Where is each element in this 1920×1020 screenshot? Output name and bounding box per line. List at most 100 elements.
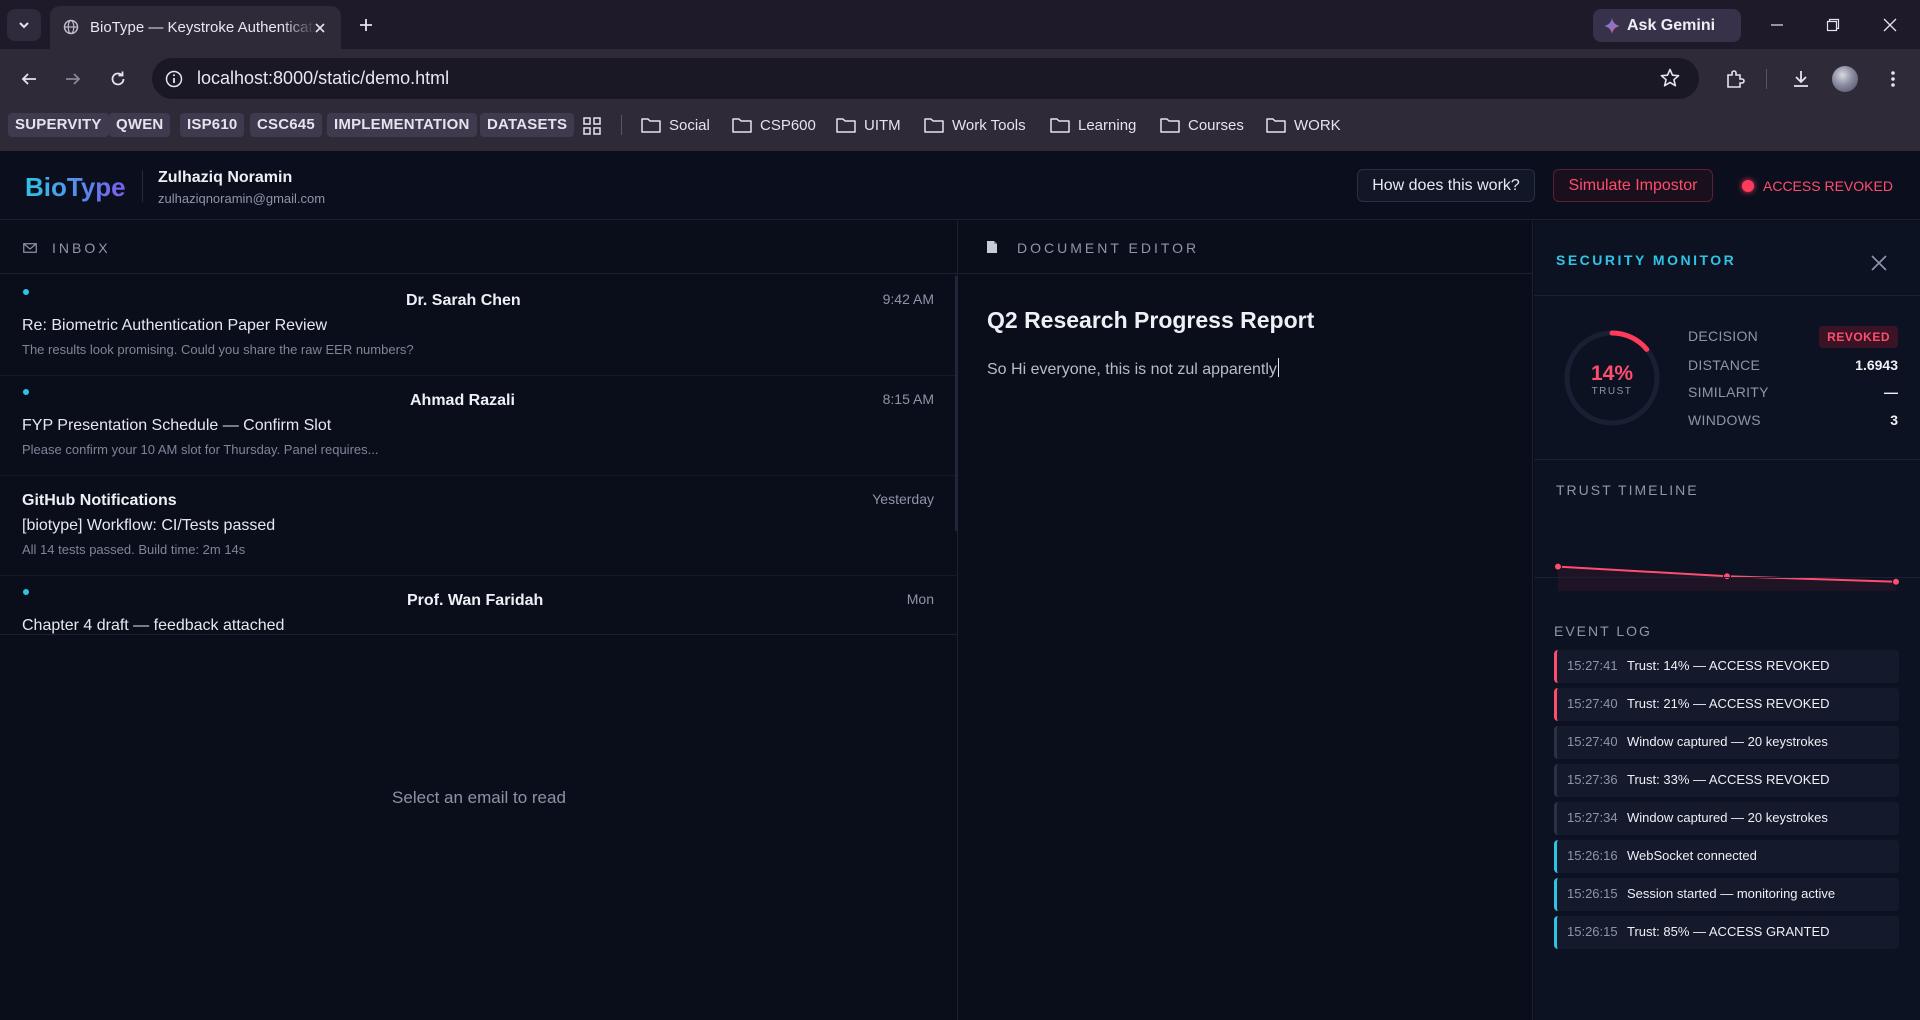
event-log-item: 15:27:40 Trust: 21% — ACCESS REVOKED — [1554, 688, 1899, 721]
unread-dot — [23, 589, 29, 595]
event-message: Trust: 33% — ACCESS REVOKED — [1627, 772, 1830, 787]
event-time: 15:26:15 — [1567, 886, 1618, 901]
minimize-icon — [1771, 24, 1783, 26]
timeline-point — [1892, 577, 1900, 586]
minimize-button[interactable] — [1762, 10, 1792, 40]
email-preview: All 14 tests passed. Build time: 2m 14s — [22, 542, 246, 557]
event-log-item: 15:26:15 Session started — monitoring ac… — [1554, 878, 1899, 911]
grid-icon — [583, 117, 601, 135]
close-window-button[interactable] — [1875, 10, 1905, 40]
bookmark-folder-courses[interactable]: Courses — [1160, 113, 1244, 137]
event-log-item: 15:27:41 Trust: 14% — ACCESS REVOKED — [1554, 650, 1899, 683]
document-icon — [987, 241, 997, 253]
browser-tab-active[interactable]: BioType — Keystroke Authentication — [50, 6, 341, 49]
bookmark-folder-work[interactable]: WORK — [1266, 113, 1341, 137]
bookmark-implementation[interactable]: IMPLEMENTATION — [327, 113, 477, 137]
globe-icon — [63, 19, 79, 35]
bookmark-qwen[interactable]: QWEN — [109, 113, 171, 137]
chevron-down-icon — [19, 22, 29, 29]
restore-button[interactable] — [1818, 10, 1848, 40]
apps-grid-button[interactable] — [582, 116, 602, 136]
extensions-button[interactable] — [1720, 64, 1750, 94]
bookmark-folder-learning[interactable]: Learning — [1050, 113, 1136, 137]
email-preview: Please confirm your 10 AM slot for Thurs… — [22, 442, 379, 457]
inbox-scrollbar[interactable] — [955, 276, 958, 531]
bookmark-folder-label: Courses — [1188, 116, 1244, 134]
unread-dot — [23, 289, 29, 295]
access-status-indicator: ACCESS REVOKED — [1742, 178, 1893, 194]
back-button[interactable] — [13, 63, 45, 95]
arrow-left-icon — [21, 73, 36, 85]
document-body[interactable]: So Hi everyone, this is not zul apparent… — [987, 358, 1279, 379]
bookmark-csc645[interactable]: CSC645 — [250, 113, 322, 137]
header-divider — [142, 170, 143, 202]
bookmark-folder-uitm[interactable]: UITM — [836, 113, 901, 137]
folder-icon — [641, 118, 661, 133]
windows-value: 3 — [1890, 412, 1898, 428]
email-list-item[interactable]: Dr. Sarah Chen 9:42 AM Re: Biometric Aut… — [0, 276, 958, 376]
ask-gemini-label: Ask Gemini — [1627, 16, 1716, 34]
document-title[interactable]: Q2 Research Progress Report — [987, 307, 1314, 334]
email-sender: GitHub Notifications — [22, 492, 177, 509]
email-list-item[interactable]: Ahmad Razali 8:15 AM FYP Presentation Sc… — [0, 376, 958, 476]
document-editor-panel: DOCUMENT EDITOR Q2 Research Progress Rep… — [959, 221, 1533, 1020]
address-bar[interactable]: localhost:8000/static/demo.html — [152, 58, 1699, 99]
bookmarks-separator — [621, 115, 622, 135]
mail-icon — [23, 243, 37, 253]
bookmark-folder-label: UITM — [864, 116, 901, 134]
editor-title: DOCUMENT EDITOR — [1017, 240, 1200, 256]
more-vertical-icon — [1891, 71, 1895, 87]
reload-icon — [111, 71, 125, 86]
document-text: So Hi everyone, this is not zul apparent… — [987, 361, 1277, 378]
bookmark-datasets[interactable]: DATASETS — [480, 113, 575, 137]
new-tab-button[interactable] — [352, 11, 380, 39]
app-logo: BioType — [25, 172, 126, 202]
user-name: Zulhaziq Noramin — [158, 169, 293, 186]
event-log-item: 15:27:36 Trust: 33% — ACCESS REVOKED — [1554, 764, 1899, 797]
access-status-text: ACCESS REVOKED — [1763, 178, 1893, 194]
email-list: Dr. Sarah Chen 9:42 AM Re: Biometric Aut… — [0, 276, 958, 635]
distance-value: 1.6943 — [1855, 357, 1898, 373]
decision-badge: REVOKED — [1819, 326, 1898, 348]
forward-button[interactable] — [57, 63, 89, 95]
simulate-impostor-button[interactable]: Simulate Impostor — [1553, 169, 1713, 202]
email-time: Mon — [906, 591, 934, 607]
close-icon — [1883, 18, 1897, 32]
empty-state-message: Select an email to read — [392, 788, 566, 807]
downloads-button[interactable] — [1786, 64, 1816, 94]
how-does-this-work-button[interactable]: How does this work? — [1357, 169, 1535, 202]
event-message: Trust: 14% — ACCESS REVOKED — [1627, 658, 1830, 673]
email-sender: Prof. Wan Faridah — [407, 592, 544, 609]
bookmark-isp610[interactable]: ISP610 — [180, 113, 245, 137]
tab-close-button[interactable] — [309, 17, 331, 39]
bookmark-folder-label: CSP600 — [760, 116, 816, 134]
email-list-item[interactable]: Prof. Wan Faridah Mon Chapter 4 draft — … — [0, 576, 958, 634]
puzzle-icon — [1727, 70, 1745, 88]
status-dot — [1742, 180, 1754, 192]
editor-header: DOCUMENT EDITOR — [959, 221, 1533, 274]
ask-gemini-button[interactable]: Ask Gemini — [1593, 9, 1741, 42]
bookmark-folder-csp600[interactable]: CSP600 — [732, 113, 816, 137]
folder-icon — [836, 118, 856, 133]
tab-search-button[interactable] — [7, 9, 41, 41]
trust-timeline-chart — [1554, 562, 1900, 591]
browser-menu-button[interactable] — [1878, 64, 1908, 94]
email-list-item[interactable]: GitHub Notifications Yesterday [biotype]… — [0, 476, 958, 576]
event-message: Trust: 85% — ACCESS GRANTED — [1627, 924, 1830, 939]
email-sender: Ahmad Razali — [410, 392, 515, 409]
bookmark-folder-label: WORK — [1294, 116, 1341, 134]
security-monitor-title: SECURITY MONITOR — [1556, 252, 1737, 268]
reload-button[interactable] — [102, 63, 134, 95]
site-info-button[interactable] — [161, 66, 187, 92]
bookmark-folder-social[interactable]: Social — [641, 113, 710, 137]
bookmark-folder-label: Social — [669, 116, 710, 134]
folder-icon — [732, 118, 752, 133]
bookmark-star-button[interactable] — [1659, 67, 1681, 89]
event-message: Session started — monitoring active — [1627, 886, 1836, 901]
bookmark-folder-work-tools[interactable]: Work Tools — [924, 113, 1026, 137]
email-subject: [biotype] Workflow: CI/Tests passed — [22, 517, 276, 534]
profile-avatar[interactable] — [1832, 66, 1858, 92]
event-time: 15:26:15 — [1567, 924, 1618, 939]
close-monitor-button[interactable] — [1867, 251, 1891, 275]
bookmark-supervity[interactable]: SUPERVITY — [8, 113, 109, 137]
